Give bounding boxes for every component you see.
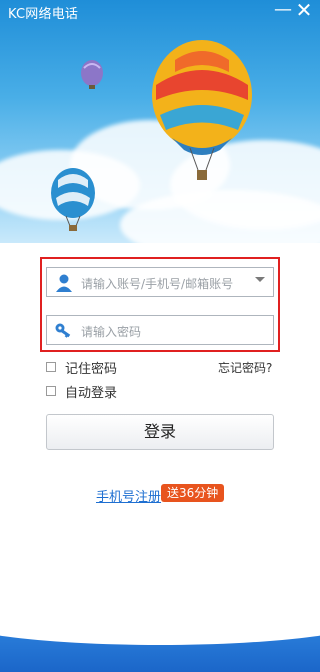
auto-login-checkbox[interactable] bbox=[46, 386, 56, 396]
register-link[interactable]: 手机号注册 bbox=[96, 486, 161, 505]
striped-balloon bbox=[51, 168, 95, 231]
key-icon bbox=[55, 323, 71, 338]
footer-wave bbox=[0, 617, 320, 645]
password-field[interactable]: 请输入密码 bbox=[46, 315, 274, 345]
big-balloon bbox=[152, 40, 252, 180]
auto-login-option[interactable]: 自动登录 bbox=[46, 382, 118, 401]
remember-password-option[interactable]: 记住密码 bbox=[46, 358, 118, 377]
user-icon bbox=[56, 274, 72, 292]
close-button[interactable]: ✕ bbox=[292, 0, 316, 21]
small-balloon bbox=[81, 60, 103, 89]
remember-checkbox[interactable] bbox=[46, 362, 56, 372]
promo-badge: 送36分钟 bbox=[161, 484, 225, 502]
footer-banner bbox=[0, 617, 320, 672]
remember-label: 记住密码 bbox=[65, 361, 118, 377]
window-title: KC网络电话 bbox=[8, 7, 79, 22]
auto-login-label: 自动登录 bbox=[65, 385, 118, 401]
forgot-password-link[interactable]: 忘记密码? bbox=[218, 359, 272, 376]
chevron-down-icon[interactable] bbox=[255, 277, 265, 282]
password-placeholder: 请输入密码 bbox=[81, 325, 142, 339]
login-window: KC网络电话 — ✕ 请输入账号/手机号/邮箱账号 请输入密码 记住密码 忘记密… bbox=[0, 0, 320, 672]
account-placeholder: 请输入账号/手机号/邮箱账号 bbox=[81, 277, 234, 291]
login-button[interactable]: 登录 bbox=[46, 414, 274, 450]
header-banner: KC网络电话 — ✕ bbox=[0, 0, 320, 243]
account-field[interactable]: 请输入账号/手机号/邮箱账号 bbox=[46, 267, 274, 297]
balloons-illustration bbox=[51, 40, 252, 231]
